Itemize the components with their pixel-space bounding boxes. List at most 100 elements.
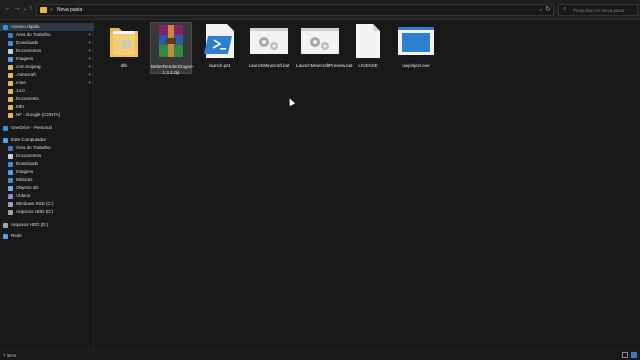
file-item-license[interactable]: LICENSE <box>347 22 389 69</box>
sidebar-item-label: mine <box>16 80 26 85</box>
drive-icon <box>8 201 13 207</box>
sidebar-item[interactable]: Área de Trabalho <box>0 144 94 152</box>
folder-icon <box>8 96 13 102</box>
file-item-betterrenderdragon-zip[interactable]: BetterRenderDragon-1.3.3.zip <box>150 22 195 75</box>
address-dropdown-icon[interactable]: ⌄ <box>538 6 543 13</box>
file-name: uwpinject.exe <box>402 63 430 68</box>
sidebar-item-label: Windows SSD (C:) <box>16 201 54 206</box>
pin-icon: ✦ <box>88 48 92 53</box>
status-bar: 7 itens <box>0 350 640 360</box>
file-name: launch.ps1 <box>209 63 231 68</box>
sidebar-item[interactable]: .minecraft ✦ <box>0 71 94 79</box>
sidebar-item-label: MEI <box>16 104 25 109</box>
desktop-icon <box>8 145 13 151</box>
sidebar-item-label: Documents <box>16 96 39 101</box>
sidebar-item[interactable]: Objetos 3D <box>0 184 94 192</box>
details-view-icon[interactable] <box>622 352 628 358</box>
sidebar-item-label: Imagens <box>16 56 34 61</box>
folder-icon <box>8 80 13 86</box>
sidebar-item-label: 14.0 <box>16 88 25 93</box>
sidebar-item[interactable]: Acesso rápido <box>0 23 94 31</box>
navigation-pane: Acesso rápido Área de Trabalho ✦ Downloads ✦… <box>0 20 94 350</box>
desktop-icon <box>8 32 13 38</box>
file-item-launchminecraft-bat[interactable]: LaunchMinecraft.bat <box>246 22 292 69</box>
sidebar-item[interactable]: Documentos <box>0 152 94 160</box>
sidebar-item[interactable]: Músicas <box>0 176 94 184</box>
pin-icon: ✦ <box>88 56 92 61</box>
sidebar-item-label: Vídeos <box>16 193 31 198</box>
sidebar-item[interactable]: Downloads <box>0 160 94 168</box>
sidebar-item-label: Acesso rápido <box>11 24 40 29</box>
batch-file-icon <box>249 22 289 60</box>
refresh-icon[interactable]: ↻ <box>545 5 551 13</box>
search-input[interactable]: ⌕ Pesquisar em Nova pasta <box>558 4 638 16</box>
sidebar-item[interactable]: MEI <box>0 103 94 111</box>
sidebar-item-label: Arquivos HDD (D:) <box>11 222 49 227</box>
computer-icon <box>3 137 8 143</box>
folder-icon <box>8 64 13 70</box>
sidebar-item-label: Arquivos HDD (D:) <box>16 209 54 214</box>
sidebar-item[interactable]: Este Computador <box>0 136 94 144</box>
sidebar-item-label: Músicas <box>16 177 33 182</box>
cube-icon <box>8 185 13 191</box>
drive-icon <box>8 209 13 215</box>
star-icon <box>3 24 8 30</box>
breadcrumb[interactable]: Nova pasta <box>57 7 82 13</box>
file-item-uwpinject-exe[interactable]: uwpinject.exe <box>395 22 437 69</box>
sidebar-item-label: Objetos 3D <box>16 185 39 190</box>
large-icons-view-icon[interactable] <box>631 352 637 358</box>
pin-icon: ✦ <box>88 72 92 77</box>
file-name: LICENSE <box>358 63 378 68</box>
item-count: 7 itens <box>3 353 17 358</box>
sidebar-item-label: Documentos <box>16 153 42 158</box>
image-icon <box>8 169 13 175</box>
sidebar-item[interactable]: Vídeos <box>0 192 94 200</box>
cloud-icon <box>3 125 8 131</box>
breadcrumb-separator: > <box>50 7 53 13</box>
sidebar-item-label: Este Computador <box>11 137 47 142</box>
file-item-launch-ps1[interactable]: launch.ps1 <box>199 22 241 69</box>
file-item-launchminecraftpreview-bat[interactable]: LaunchMinecraftPreview.bat <box>296 22 353 69</box>
sidebar-item-label: .minecraft <box>16 72 36 77</box>
sidebar-item[interactable]: Arquivos HDD (D:) <box>0 208 94 216</box>
sidebar-item[interactable]: OneDrive - Personal <box>0 124 94 132</box>
sidebar-item[interactable]: Imagens <box>0 168 94 176</box>
file-list: dlls BetterRenderDragon-1.3.3.zip launch… <box>95 20 640 350</box>
address-bar[interactable]: > Nova pasta ⌄ ↻ <box>36 4 554 16</box>
download-icon <box>8 40 13 46</box>
sidebar-item-label: Área de Trabalho <box>16 145 51 150</box>
download-icon <box>8 161 13 167</box>
sidebar-item[interactable]: Documents <box>0 95 94 103</box>
sidebar-item[interactable]: Documentos ✦ <box>0 47 94 55</box>
file-item-dlls[interactable]: dlls <box>103 22 145 69</box>
pin-icon: ✦ <box>88 32 92 37</box>
pin-icon: ✦ <box>88 40 92 45</box>
up-arrow-icon[interactable]: ↑ <box>26 4 36 14</box>
file-name: BetterRenderDragon-1.3.3.zip <box>151 64 195 75</box>
sidebar-item-label: Rede <box>11 233 22 238</box>
sidebar-item[interactable]: Rede <box>0 232 94 240</box>
document-icon <box>8 153 13 159</box>
folder-icon <box>8 104 13 110</box>
music-icon <box>8 177 13 183</box>
sidebar-item[interactable]: com.mojang ✦ <box>0 63 94 71</box>
sidebar-item[interactable]: Imagens ✦ <box>0 55 94 63</box>
sidebar-item-label: Imagens <box>16 169 34 174</box>
sidebar-item-label: Downloads <box>16 161 39 166</box>
folder-icon <box>8 72 13 78</box>
file-name: LaunchMinecraftPreview.bat <box>296 63 353 68</box>
pin-icon: ✦ <box>88 80 92 85</box>
sidebar-item[interactable]: NF - Google (CONTA) <box>0 111 94 119</box>
sidebar-item[interactable]: Downloads ✦ <box>0 39 94 47</box>
sidebar-item[interactable]: Arquivos HDD (D:) <box>0 221 94 229</box>
document-icon <box>8 48 13 54</box>
folder-icon <box>40 7 47 13</box>
sidebar-item-label: Área de Trabalho <box>16 32 51 37</box>
sidebar-item[interactable]: mine ✦ <box>0 79 94 87</box>
sidebar-item[interactable]: Área de Trabalho ✦ <box>0 31 94 39</box>
search-placeholder: Pesquisar em Nova pasta <box>573 8 625 13</box>
exe-app-icon <box>396 22 436 60</box>
sidebar-item[interactable]: Windows SSD (C:) <box>0 200 94 208</box>
sidebar-item[interactable]: 14.0 <box>0 87 94 95</box>
file-name: LaunchMinecraft.bat <box>248 63 290 68</box>
